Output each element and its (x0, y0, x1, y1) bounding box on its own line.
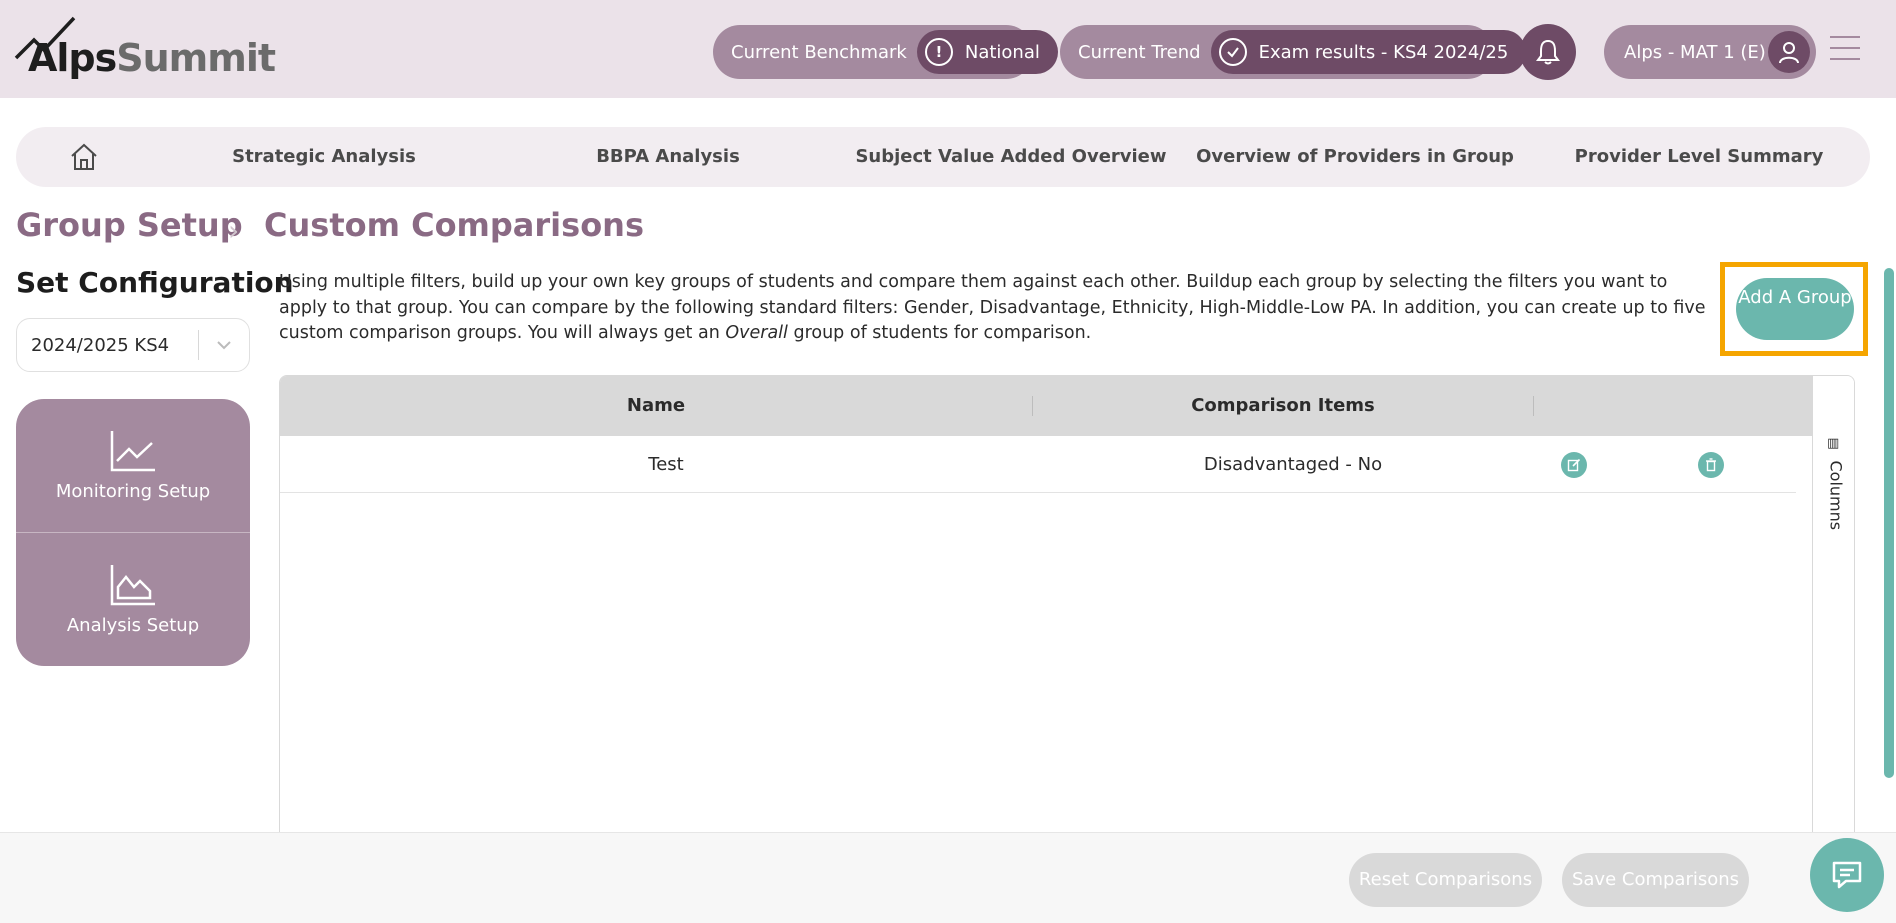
logo-summit-text: Summit (116, 36, 276, 80)
nav-strategic-analysis[interactable]: Strategic Analysis (232, 127, 416, 187)
nav-overview-of-providers[interactable]: Overview of Providers in Group (1196, 127, 1514, 187)
notifications-button[interactable] (1520, 24, 1576, 80)
footer-bar: Reset Comparisons Save Comparisons (0, 832, 1896, 923)
trend-label: Current Trend (1078, 41, 1201, 63)
trend-value-pill[interactable]: Exam results - KS4 2024/25 (1210, 30, 1527, 74)
trend-selector[interactable]: Current Trend Exam results - KS4 2024/25 (1060, 25, 1527, 79)
benchmark-label: Current Benchmark (731, 41, 907, 63)
line-chart-icon (109, 429, 157, 478)
account-menu-button[interactable]: Alps - MAT 1 (E) (1604, 25, 1816, 79)
home-icon[interactable] (68, 141, 100, 173)
row-name: Test (648, 454, 684, 475)
year-select[interactable]: 2024/2025 KS4 (16, 318, 250, 372)
chevron-down-icon (199, 340, 249, 350)
analysis-setup-label: Analysis Setup (66, 615, 200, 636)
trend-value: Exam results - KS4 2024/25 (1258, 41, 1509, 63)
columns-icon: ▥ (1827, 436, 1840, 451)
column-header-name[interactable]: Name (280, 376, 1032, 436)
chat-button[interactable] (1810, 838, 1884, 912)
benchmark-value: National (964, 41, 1040, 63)
add-group-button[interactable]: Add A Group (1736, 278, 1854, 340)
monitoring-setup-button[interactable]: Monitoring Setup (16, 399, 250, 532)
monitoring-setup-label: Monitoring Setup (55, 481, 211, 502)
benchmark-selector[interactable]: Current Benchmark ! National (713, 25, 1058, 79)
trash-icon (1706, 458, 1716, 472)
logo-alps-text: Alps (28, 36, 117, 80)
alps-summit-logo[interactable]: AlpsSummit (14, 14, 276, 84)
nav-bbpa-analysis[interactable]: BBPA Analysis (596, 127, 740, 187)
page-description: Using multiple filters, build up your ow… (279, 272, 1706, 343)
avatar (1768, 31, 1810, 73)
top-header: AlpsSummit Current Benchmark ! National … (0, 0, 1896, 98)
column-header-comparison-items[interactable]: Comparison Items (1033, 376, 1533, 436)
area-chart-icon (109, 563, 157, 612)
breadcrumb-separator: › (228, 214, 240, 247)
table-header: Name Comparison Items (280, 376, 1812, 436)
columns-toggle[interactable]: ▥ Columns (1817, 436, 1851, 536)
breadcrumb-group-setup[interactable]: Group Setup (16, 206, 243, 244)
account-label: Alps - MAT 1 (E) (1624, 41, 1766, 63)
check-circle-icon (1218, 38, 1247, 66)
hamburger-icon[interactable] (1830, 36, 1860, 62)
reset-comparisons-button[interactable]: Reset Comparisons (1349, 853, 1542, 907)
nav-subject-value-added-overview[interactable]: Subject Value Added Overview (855, 127, 1166, 187)
table-row[interactable]: Test Disadvantaged - No (280, 436, 1796, 493)
user-icon (1779, 42, 1799, 64)
edit-button[interactable] (1561, 452, 1587, 478)
bell-icon (1536, 39, 1560, 65)
add-group-highlight: Add A Group (1720, 262, 1868, 356)
edit-icon (1567, 458, 1581, 472)
page-title: Custom Comparisons (264, 206, 644, 244)
delete-button[interactable] (1698, 452, 1724, 478)
save-comparisons-button[interactable]: Save Comparisons (1562, 853, 1749, 907)
alert-icon: ! (924, 38, 953, 66)
analysis-setup-button[interactable]: Analysis Setup (16, 533, 250, 666)
setup-menu: Monitoring Setup Analysis Setup (16, 399, 250, 666)
set-configuration-heading: Set Configuration (16, 266, 294, 299)
nav-provider-level-summary[interactable]: Provider Level Summary (1575, 127, 1824, 187)
chat-icon (1832, 861, 1862, 889)
row-comparison-items: Disadvantaged - No (1203, 454, 1383, 475)
year-select-value: 2024/2025 KS4 (31, 334, 170, 356)
columns-toggle-label: Columns (1826, 460, 1846, 531)
main-navigation: Strategic Analysis BBPA Analysis Subject… (16, 127, 1870, 187)
page-scrollbar[interactable] (1884, 268, 1894, 778)
benchmark-value-pill[interactable]: ! National (916, 30, 1058, 74)
